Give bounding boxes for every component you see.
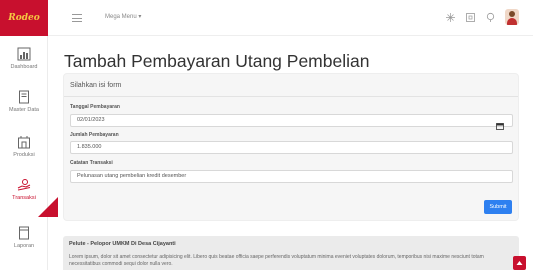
topbar: Mega Menu ▾: [48, 0, 533, 36]
sidebar-item-label: Dashboard: [10, 64, 38, 70]
topbar-icons: [445, 9, 519, 25]
note-input[interactable]: Pelunasan utang pembelian kredit desembe…: [70, 170, 513, 183]
hand-money-icon: [17, 178, 31, 192]
brand-logo[interactable]: Rodeo: [0, 0, 48, 36]
amount-input-value: 1.835.000: [77, 144, 102, 150]
date-input-value: 02/01/2023: [77, 117, 105, 123]
date-input[interactable]: 02/01/2023: [70, 114, 513, 127]
page-title: Tambah Pembayaran Utang Pembelian: [64, 51, 370, 71]
report-icon: [17, 226, 31, 240]
calendar-icon[interactable]: [496, 117, 504, 130]
notification-icon[interactable]: [485, 12, 496, 23]
sidebar: Rodeo Dashboard Master Data Produksi Tra…: [0, 0, 58, 270]
fullscreen-icon[interactable]: [465, 12, 476, 23]
sidebar-item-label: Laporan: [13, 243, 35, 249]
factory-icon: [17, 135, 31, 149]
scroll-to-top-button[interactable]: [513, 256, 526, 270]
footer-text: Lorem ipsum, dolor sit amet consectetur …: [69, 254, 484, 267]
field-label-catatan: Catatan Transaksi: [70, 160, 113, 166]
sidebar-item-label: Produksi: [13, 152, 35, 158]
document-icon: [17, 90, 31, 104]
sidebar-item-master-data[interactable]: Master Data: [0, 90, 48, 113]
note-input-value: Pelunasan utang pembelian kredit desembe…: [77, 173, 187, 179]
footer-title: Pelute - Pelopor UMKM Di Desa Cijayanti: [69, 241, 176, 247]
mega-menu-label: Mega Menu: [105, 14, 137, 20]
sidebar-item-produksi[interactable]: Produksi: [0, 135, 48, 158]
user-avatar[interactable]: [505, 9, 519, 25]
sidebar-item-label: Master Data: [9, 107, 39, 113]
sidebar-item-label: Transaksi: [12, 195, 36, 201]
amount-input[interactable]: 1.835.000: [70, 141, 513, 154]
sidebar-item-laporan[interactable]: Laporan: [0, 226, 48, 249]
footer-info-card: Pelute - Pelopor UMKM Di Desa Cijayanti …: [63, 236, 519, 270]
form-heading: Silahkan isi form: [70, 82, 122, 89]
field-label-tanggal: Tanggal Pembayaran: [70, 104, 120, 110]
field-label-jumlah: Jumlah Pembayaran: [70, 132, 119, 138]
menu-toggle-icon[interactable]: [72, 14, 82, 22]
brand-logo-text: Rodeo: [8, 13, 40, 23]
active-indicator: [38, 197, 58, 217]
form-card: Silahkan isi form Tanggal Pembayaran 02/…: [63, 73, 519, 221]
divider: [64, 96, 518, 97]
dashboard-icon: [17, 47, 31, 61]
sparkle-icon[interactable]: [445, 12, 456, 23]
sidebar-item-dashboard[interactable]: Dashboard: [0, 47, 48, 70]
chevron-down-icon: ▾: [138, 14, 142, 20]
submit-button[interactable]: Submit: [484, 200, 512, 214]
mega-menu-dropdown[interactable]: Mega Menu ▾: [105, 13, 141, 20]
chevron-up-icon: [516, 261, 523, 265]
